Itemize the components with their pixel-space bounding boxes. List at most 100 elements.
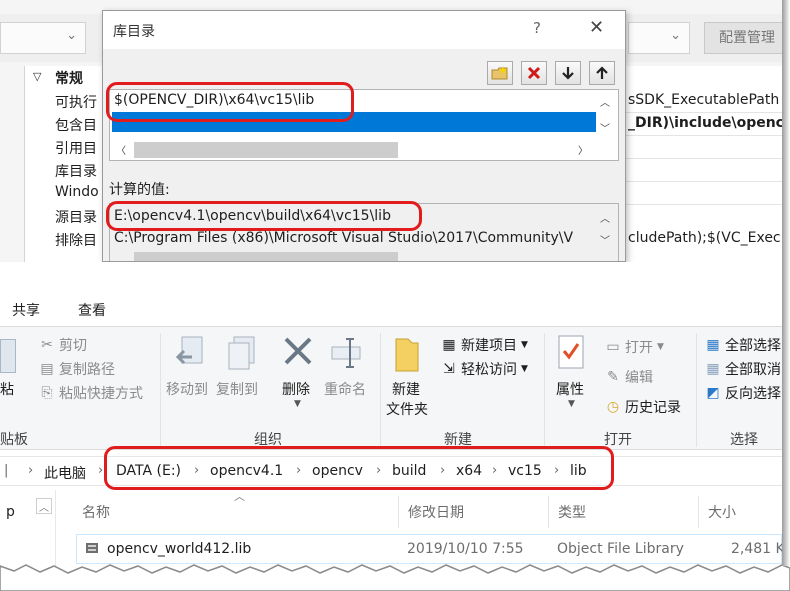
horizontal-scrollbar[interactable]: [134, 142, 398, 158]
paste-shortcut-button[interactable]: ⎘ 粘贴快捷方式: [38, 383, 143, 403]
select-none-button[interactable]: ▦ 全部取消: [704, 359, 781, 379]
open-icon: ▭: [606, 339, 620, 355]
annotation-highlight-evaluated: [106, 201, 422, 231]
property-source-dirs[interactable]: 源目录: [55, 207, 97, 227]
move-down-button[interactable]: [555, 61, 581, 85]
chevron-right-icon[interactable]: ›: [98, 463, 103, 478]
evaluated-value-line: C:\Program Files (x86)\Microsoft Visual …: [114, 230, 574, 246]
dialog-titlebar: 库目录 ? ✕: [103, 11, 625, 49]
clipboard-icon[interactable]: [0, 339, 16, 373]
column-header-name[interactable]: 名称: [82, 502, 110, 522]
chevron-right-icon: |: [4, 463, 9, 478]
property-value-include[interactable]: _DIR)\include\openc: [628, 115, 782, 131]
delete-line-button[interactable]: [521, 61, 547, 85]
delete-button[interactable]: 删除: [282, 379, 310, 399]
chevron-right-icon[interactable]: ›: [28, 463, 33, 478]
ribbon: 粘 ✂ 剪切 ▤ 复制路径 ⎘ 粘贴快捷方式 贴板 移动到 复制到 删除 ▼ 重命名 …: [0, 326, 782, 450]
property-group-general: 常规: [55, 71, 83, 87]
move-to-button[interactable]: 移动到: [166, 379, 208, 399]
history-icon: ◷: [606, 399, 620, 415]
file-explorer-window: 共享 查看 粘 ✂ 剪切 ▤ 复制路径 ⎘ 粘贴快捷方式 贴板 移动到 复制到 删除 …: [0, 262, 782, 591]
file-name[interactable]: opencv_world412.lib: [107, 541, 251, 557]
column-header-modified[interactable]: 修改日期: [408, 502, 464, 522]
open-button[interactable]: ▭ 打开 ▼: [604, 337, 664, 357]
cut-button[interactable]: ✂ 剪切: [38, 335, 87, 355]
history-button[interactable]: ◷ 历史记录: [604, 397, 681, 417]
delete-icon: [527, 66, 541, 80]
copy-path-button[interactable]: ▤ 复制路径: [38, 359, 115, 379]
select-all-button[interactable]: ▦ 全部选择: [704, 335, 781, 355]
column-header-type[interactable]: 类型: [558, 502, 586, 522]
property-exclude-dirs[interactable]: 排除目: [55, 230, 97, 250]
edit-icon: ✎: [607, 369, 619, 385]
chevron-up-icon: ︿: [39, 503, 49, 514]
library-file-icon: [85, 541, 99, 555]
tab-share[interactable]: 共享: [12, 300, 40, 320]
new-folder-icon: [491, 66, 508, 80]
easy-access-icon: ⇲: [443, 361, 455, 377]
invert-selection-button[interactable]: ◩ 反向选择: [704, 383, 781, 403]
annotation-highlight-entry: [106, 82, 354, 122]
chevron-down-icon[interactable]: ▼: [294, 399, 301, 409]
select-group-label: 选择: [730, 432, 758, 448]
property-value-exclude[interactable]: cludePath);$(VC_Exec: [628, 230, 781, 246]
scroll-up-button[interactable]: ︿: [36, 498, 52, 514]
move-up-button[interactable]: [589, 61, 615, 85]
configuration-manager-button[interactable]: 配置管理: [704, 22, 782, 54]
copy-to-button[interactable]: 复制到: [216, 379, 258, 399]
scroll-right-icon[interactable]: 〉: [578, 142, 588, 157]
property-executable-dirs[interactable]: 可执行: [55, 92, 97, 112]
annotation-highlight-address: [104, 446, 614, 490]
close-button[interactable]: ✕: [589, 17, 604, 38]
easy-access-button[interactable]: ⇲ 轻松访问 ▼: [440, 359, 528, 379]
scroll-up-icon[interactable]: ︿: [600, 210, 610, 225]
select-all-icon: ▦: [706, 337, 720, 353]
clipboard-group-label: 贴板: [0, 432, 28, 448]
property-library-dirs[interactable]: 库目录: [55, 161, 97, 181]
evaluated-value-label: 计算的值:: [109, 182, 170, 198]
file-modified: 2019/10/10 7:55: [407, 541, 524, 557]
rename-button[interactable]: 重命名: [324, 379, 366, 399]
new-line-button[interactable]: [487, 61, 513, 85]
properties-button[interactable]: 属性: [556, 379, 584, 399]
tab-view[interactable]: 查看: [78, 300, 106, 320]
scroll-down-icon[interactable]: ﹀: [600, 232, 610, 247]
delete-icon: [282, 335, 314, 371]
breadcrumb-this-pc[interactable]: 此电脑: [44, 463, 86, 483]
edit-button[interactable]: ✎ 编辑: [604, 367, 653, 387]
scroll-left-icon[interactable]: 〈: [116, 142, 126, 157]
new-folder-button-line2[interactable]: 文件夹: [386, 399, 428, 419]
new-folder-icon: [394, 335, 420, 375]
nav-item[interactable]: p: [6, 504, 15, 520]
property-grid-values: sSDK_ExecutablePath _DIR)\include\openc …: [626, 66, 782, 262]
property-value-executable[interactable]: sSDK_ExecutablePath: [628, 92, 779, 108]
invert-selection-icon: ◩: [706, 385, 720, 401]
new-folder-button-line1[interactable]: 新建: [392, 379, 420, 399]
column-header-size[interactable]: 大小: [708, 502, 736, 522]
scroll-up-icon[interactable]: ︿: [600, 94, 610, 109]
horizontal-scrollbar[interactable]: [134, 252, 398, 261]
paste-shortcut-icon: ⎘: [41, 385, 53, 401]
configuration-combo[interactable]: ⌄: [0, 22, 86, 54]
rename-icon: [330, 335, 364, 371]
chevron-down-icon: ⌄: [670, 28, 681, 43]
property-reference-dirs[interactable]: 引用目: [55, 138, 97, 158]
torn-edge-decoration: [0, 564, 790, 591]
property-include-dirs[interactable]: 包含目: [55, 115, 97, 135]
chevron-down-icon[interactable]: ▼: [568, 399, 575, 409]
new-item-button[interactable]: ▦ 新建项目 ▼: [440, 335, 528, 355]
property-winrt-dirs[interactable]: Windo: [55, 184, 99, 200]
paste-button-label[interactable]: 粘: [0, 379, 14, 399]
chevron-down-icon: ▼: [521, 340, 528, 350]
open-group-label: 打开: [604, 432, 632, 448]
help-button[interactable]: ?: [533, 19, 541, 37]
scissors-icon: ✂: [41, 337, 53, 353]
platform-combo[interactable]: ⌄: [628, 22, 690, 54]
properties-icon: [556, 333, 586, 373]
window-shadow: [782, 0, 790, 566]
scroll-down-icon[interactable]: ﹀: [600, 120, 610, 135]
collapse-icon[interactable]: ▽: [33, 70, 41, 83]
move-to-icon: [175, 335, 210, 371]
file-size: 2,481 K: [731, 541, 782, 557]
property-grid-names: ▽ 常规 可执行 包含目 引用目 库目录 Windo 源目录 排除目: [24, 66, 106, 262]
